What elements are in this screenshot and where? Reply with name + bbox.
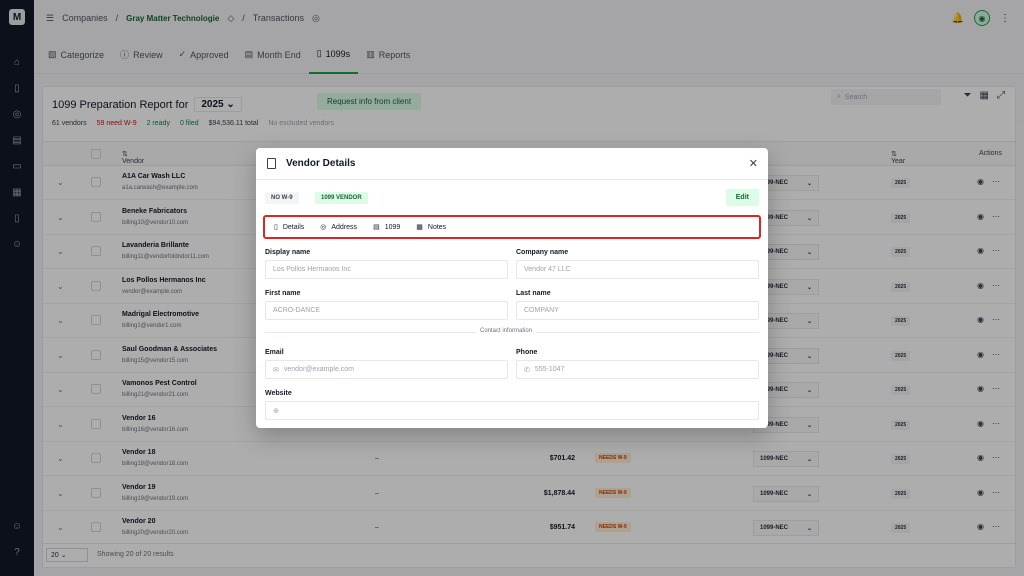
- email-field[interactable]: ✉ vendor@example.com: [265, 360, 508, 379]
- mail-icon: ✉: [273, 366, 279, 374]
- globe-icon: ⊕: [273, 407, 279, 415]
- vendor-1099-badge: 1099 VENDOR: [315, 192, 368, 204]
- no-w9-badge: NO W-9: [265, 192, 299, 204]
- tab-details[interactable]: ▯ Details: [274, 223, 304, 232]
- file-icon: ▯: [274, 224, 278, 231]
- company-name-label: Company name: [516, 249, 569, 256]
- modal-tabs: ▯ Details ◎ Address ▤ 1099 ▦ Notes: [263, 215, 761, 239]
- company-name-field[interactable]: Vendor 47 LLC: [516, 260, 759, 279]
- email-label: Email: [265, 349, 284, 356]
- location-pin-icon: ◎: [320, 224, 327, 231]
- website-label: Website: [265, 390, 292, 397]
- tab-notes[interactable]: ▦ Notes: [416, 223, 446, 232]
- website-field[interactable]: ⊕: [265, 401, 759, 420]
- vendor-details-modal: Vendor Details ✕ NO W-9 1099 VENDOR Edit…: [256, 148, 768, 428]
- document-icon: [267, 158, 276, 169]
- first-name-label: First name: [265, 290, 301, 297]
- modal-header: Vendor Details ✕: [256, 148, 768, 180]
- close-icon[interactable]: ✕: [749, 157, 758, 170]
- modal-title: Vendor Details: [286, 158, 356, 169]
- display-name-field[interactable]: Los Pollos Hermanos Inc: [265, 260, 508, 279]
- last-name-label: Last name: [516, 290, 551, 297]
- display-name-label: Display name: [265, 249, 311, 256]
- tab-1099[interactable]: ▤ 1099: [373, 223, 400, 232]
- form-icon: ▤: [373, 224, 380, 231]
- phone-field[interactable]: ✆ 555-1047: [516, 360, 759, 379]
- tab-address[interactable]: ◎ Address: [320, 223, 357, 232]
- first-name-field[interactable]: ACRO-DANCE: [265, 301, 508, 320]
- last-name-field[interactable]: COMPANY: [516, 301, 759, 320]
- contact-divider-label: Contact information: [476, 328, 537, 334]
- notes-icon: ▦: [416, 224, 423, 231]
- edit-button[interactable]: Edit: [725, 189, 759, 206]
- phone-label: Phone: [516, 349, 538, 356]
- phone-icon: ✆: [524, 366, 530, 374]
